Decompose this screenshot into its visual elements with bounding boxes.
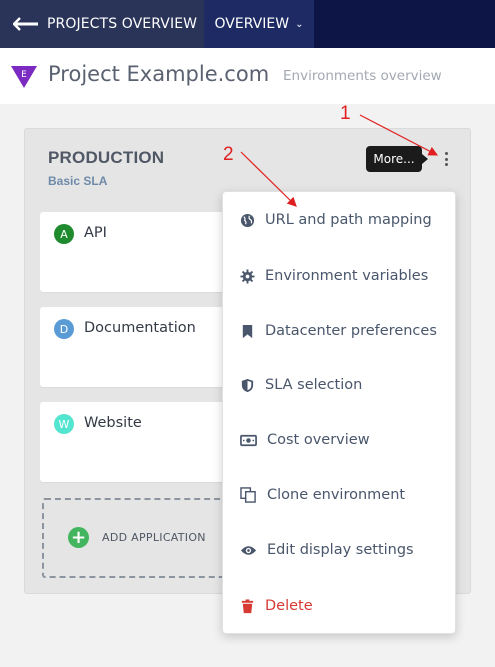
app-name: API — [84, 225, 107, 241]
more-options-icon[interactable] — [440, 150, 452, 168]
project-title: Project Example.com — [48, 62, 270, 86]
projects-overview-label: PROJECTS OVERVIEW — [47, 16, 198, 32]
menu-item-label: Delete — [265, 598, 313, 614]
svg-text:E: E — [21, 70, 27, 80]
menu-item-datacenter-preferences[interactable]: Datacenter preferences — [223, 311, 455, 351]
globe-icon — [240, 213, 255, 227]
back-arrow-icon — [13, 17, 38, 31]
app-avatar: A — [54, 224, 74, 244]
menu-item-label: Cost overview — [267, 432, 370, 448]
menu-item-url-path-mapping[interactable]: URL and path mapping — [223, 200, 455, 240]
gear-icon — [240, 268, 255, 284]
clone-icon — [240, 487, 256, 503]
trash-icon — [241, 598, 254, 613]
menu-item-cost-overview[interactable]: Cost overview — [223, 420, 455, 460]
eye-icon — [240, 545, 257, 555]
app-avatar: D — [54, 319, 74, 339]
more-options-menu: URL and path mapping Environment variabl… — [222, 191, 456, 634]
annotation-number-2: 2 — [223, 144, 234, 165]
add-application-button[interactable]: + ADD APPLICATION — [42, 498, 242, 578]
app-name: Website — [84, 415, 142, 431]
environment-name: PRODUCTION — [48, 148, 165, 167]
more-tooltip: More... — [366, 146, 428, 172]
annotation-number-1: 1 — [340, 103, 351, 124]
chevron-down-icon: ⌄ — [295, 18, 304, 30]
menu-item-edit-display-settings[interactable]: Edit display settings — [223, 530, 455, 570]
money-icon — [240, 434, 257, 446]
menu-item-label: SLA selection — [265, 377, 363, 393]
page-subtitle: Environments overview — [283, 68, 442, 84]
menu-item-delete[interactable]: Delete — [223, 586, 455, 626]
projects-overview-button[interactable]: PROJECTS OVERVIEW — [0, 0, 204, 48]
menu-item-clone-environment[interactable]: Clone environment — [223, 475, 455, 515]
top-navigation: PROJECTS OVERVIEW OVERVIEW ⌄ — [0, 0, 495, 48]
plus-icon: + — [68, 527, 89, 548]
menu-item-environment-variables[interactable]: Environment variables — [223, 256, 455, 296]
menu-item-label: Edit display settings — [267, 542, 414, 558]
overview-dropdown[interactable]: OVERVIEW ⌄ — [204, 0, 314, 48]
add-application-label: ADD APPLICATION — [102, 531, 206, 544]
project-logo: E — [11, 66, 37, 88]
shield-icon — [241, 378, 254, 392]
menu-item-label: Clone environment — [267, 487, 406, 503]
menu-item-label: Environment variables — [265, 268, 429, 284]
environment-sla: Basic SLA — [48, 174, 108, 188]
menu-item-sla-selection[interactable]: SLA selection — [223, 365, 455, 405]
app-avatar: W — [54, 414, 74, 434]
overview-label: OVERVIEW — [214, 16, 290, 32]
bookmark-icon — [242, 324, 253, 338]
app-name: Documentation — [84, 320, 196, 336]
menu-item-label: URL and path mapping — [265, 212, 432, 228]
menu-item-label: Datacenter preferences — [265, 323, 437, 339]
